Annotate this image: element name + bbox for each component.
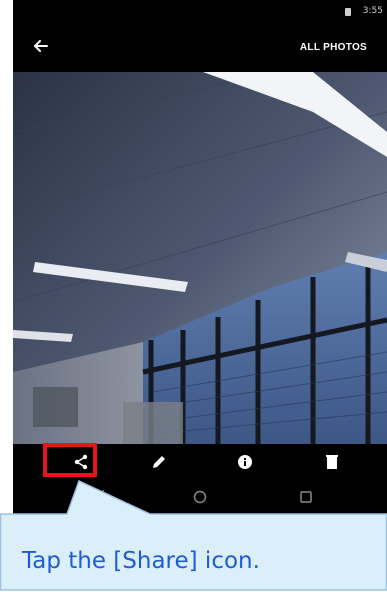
all-photos-button[interactable]: ALL PHOTOS	[300, 42, 367, 53]
tablet-screen: 3:55 ALL PHOTOS	[13, 0, 387, 515]
info-button[interactable]	[229, 448, 261, 476]
office-ceiling-photo	[13, 72, 387, 444]
photo-view[interactable]	[13, 72, 387, 444]
share-icon-highlight	[43, 443, 97, 477]
edit-icon	[153, 456, 165, 468]
edit-button[interactable]	[143, 448, 175, 476]
status-bar: 3:55	[13, 0, 387, 24]
back-arrow-icon	[34, 40, 48, 52]
delete-button[interactable]	[316, 448, 348, 476]
delete-icon	[326, 455, 338, 469]
back-arrow-button[interactable]	[27, 34, 55, 58]
callout-text: Tap the [Share] icon.	[22, 548, 260, 574]
info-icon	[238, 455, 252, 469]
battery-icon	[345, 8, 351, 16]
status-time: 3:55	[362, 6, 383, 16]
photo-toolbar: ALL PHOTOS	[13, 24, 387, 72]
instruction-callout	[0, 480, 387, 591]
